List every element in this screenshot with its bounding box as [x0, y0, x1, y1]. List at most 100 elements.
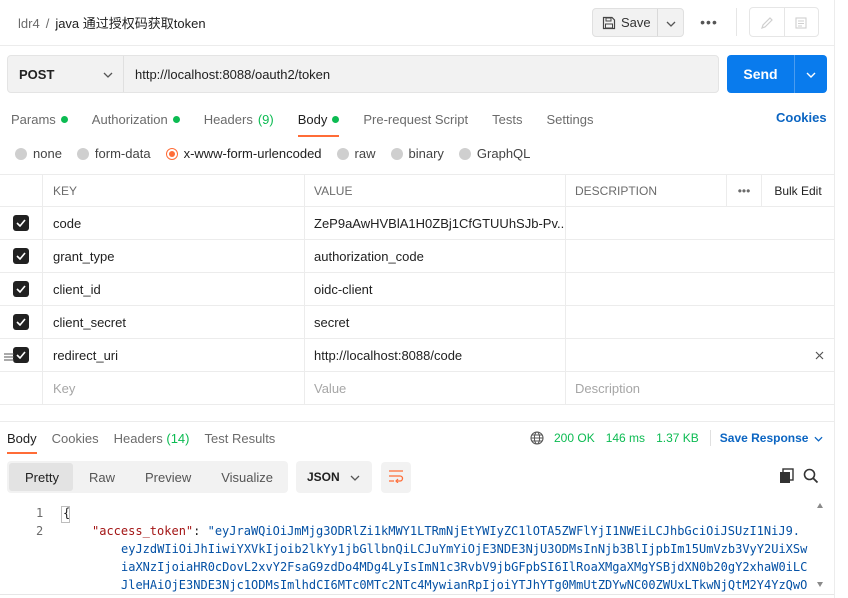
- radio-button[interactable]: [458, 147, 471, 160]
- edit-toggle[interactable]: [750, 8, 784, 36]
- tab-headers[interactable]: Headers (9): [204, 110, 274, 128]
- save-options-button[interactable]: [658, 15, 683, 30]
- radio-label: GraphQL: [476, 146, 531, 161]
- value-cell[interactable]: ZeP9aAwHVBlA1H0ZBj1CfGTUUhSJb-Pv...: [305, 207, 566, 239]
- scroll-down-arrow-icon[interactable]: [817, 582, 823, 587]
- key-cell[interactable]: redirect_uri: [43, 339, 305, 371]
- key-cell[interactable]: code: [43, 207, 305, 239]
- body-type-none[interactable]: none: [15, 146, 62, 161]
- column-options-button[interactable]: •••: [727, 175, 762, 206]
- description-cell[interactable]: [566, 207, 834, 239]
- response-divider[interactable]: [0, 421, 834, 422]
- save-button-label: Save: [621, 15, 651, 30]
- more-actions-button[interactable]: •••: [698, 12, 720, 32]
- table-row: grant_type authorization_code: [0, 240, 834, 273]
- value-cell[interactable]: oidc-client: [305, 273, 566, 305]
- radio-label: raw: [354, 146, 376, 161]
- value-cell[interactable]: http://localhost:8088/code: [305, 339, 566, 371]
- tab-pre-request-script[interactable]: Pre-request Script: [363, 110, 468, 128]
- drag-handle-icon[interactable]: [4, 350, 14, 365]
- save-response-button[interactable]: Save Response: [720, 431, 824, 445]
- format-preview[interactable]: Preview: [129, 463, 205, 491]
- horizontal-scrollbar[interactable]: [0, 594, 834, 595]
- copy-icon[interactable]: [779, 468, 795, 487]
- tab-settings[interactable]: Settings: [546, 110, 593, 128]
- save-button-group: Save: [592, 8, 684, 37]
- row-checkbox[interactable]: [13, 215, 29, 231]
- line-number: 1: [36, 506, 44, 520]
- radio-button-selected[interactable]: [165, 147, 178, 160]
- url-bar: POST http://localhost:8088/oauth2/token: [7, 55, 719, 93]
- radio-button[interactable]: [390, 147, 403, 160]
- row-checkbox-cell: [0, 306, 43, 338]
- cookies-link[interactable]: Cookies: [776, 110, 827, 125]
- description-cell[interactable]: [566, 240, 834, 272]
- response-body-viewer[interactable]: 1 2 { "access_token": "eyJraWQiOiJmMjg3O…: [0, 503, 820, 595]
- send-button[interactable]: Send: [727, 55, 795, 93]
- body-type-binary[interactable]: binary: [390, 146, 444, 161]
- key-cell[interactable]: client_id: [43, 273, 305, 305]
- request-name[interactable]: java 通过授权码获取token: [55, 16, 205, 31]
- bulk-edit-button[interactable]: Bulk Edit: [762, 175, 834, 206]
- response-tab-test-results[interactable]: Test Results: [205, 431, 276, 446]
- response-time[interactable]: 146 ms: [606, 431, 645, 445]
- json-open-brace: {: [63, 506, 71, 520]
- value-cell[interactable]: authorization_code: [305, 240, 566, 272]
- radio-button[interactable]: [76, 147, 89, 160]
- wrap-lines-button[interactable]: [381, 462, 411, 493]
- key-cell[interactable]: client_secret: [43, 306, 305, 338]
- tab-body[interactable]: Body: [297, 110, 340, 137]
- radio-button[interactable]: [15, 147, 27, 160]
- close-icon[interactable]: [815, 348, 824, 363]
- docs-toggle[interactable]: [783, 8, 819, 36]
- send-button-group: Send: [727, 55, 827, 93]
- response-tab-cookies[interactable]: Cookies: [52, 431, 99, 446]
- new-key-input[interactable]: Key: [43, 372, 305, 404]
- language-select[interactable]: JSON: [296, 461, 372, 493]
- send-options-button[interactable]: [795, 55, 827, 93]
- radio-label: x-www-form-urlencoded: [183, 146, 322, 161]
- format-raw[interactable]: Raw: [73, 463, 129, 491]
- response-meta: 200 OK 146 ms 1.37 KB Save Response: [530, 430, 824, 446]
- url-input[interactable]: http://localhost:8088/oauth2/token: [124, 67, 330, 82]
- row-checkbox[interactable]: [13, 248, 29, 264]
- format-visualize[interactable]: Visualize: [205, 463, 287, 491]
- body-type-raw[interactable]: raw: [336, 146, 376, 161]
- scroll-up-arrow-icon[interactable]: [817, 503, 823, 508]
- tab-label: Params: [11, 111, 56, 127]
- method-select[interactable]: POST: [8, 56, 124, 92]
- tab-count: (14): [166, 431, 190, 446]
- new-description-input[interactable]: Description: [566, 372, 834, 404]
- description-cell[interactable]: [566, 306, 834, 338]
- body-type-form-data[interactable]: form-data: [76, 146, 151, 161]
- body-type-urlencoded[interactable]: x-www-form-urlencoded: [165, 146, 322, 161]
- save-button[interactable]: Save: [593, 9, 658, 36]
- body-type-graphql[interactable]: GraphQL: [458, 146, 531, 161]
- response-size[interactable]: 1.37 KB: [656, 431, 699, 445]
- indicator-dot: [332, 115, 340, 123]
- response-tab-body[interactable]: Body: [7, 431, 37, 454]
- format-pretty[interactable]: Pretty: [9, 463, 73, 491]
- body-type-radio-group: none form-data x-www-form-urlencoded raw…: [15, 146, 545, 161]
- row-checkbox[interactable]: [13, 281, 29, 297]
- description-cell[interactable]: [566, 339, 834, 371]
- status-code[interactable]: 200 OK: [554, 431, 595, 445]
- tab-authorization[interactable]: Authorization: [92, 110, 180, 128]
- vertical-scrollbar[interactable]: [816, 503, 824, 593]
- value-cell[interactable]: secret: [305, 306, 566, 338]
- key-cell[interactable]: grant_type: [43, 240, 305, 272]
- response-tab-headers[interactable]: Headers (14): [114, 431, 190, 446]
- tab-params[interactable]: Params: [11, 110, 68, 128]
- tab-tests[interactable]: Tests: [492, 110, 522, 128]
- row-checkbox[interactable]: [13, 314, 29, 330]
- search-icon[interactable]: [803, 468, 819, 487]
- radio-button[interactable]: [336, 147, 349, 160]
- column-header-description: DESCRIPTION: [566, 175, 727, 206]
- row-checkbox[interactable]: [13, 347, 29, 363]
- description-cell[interactable]: [566, 273, 834, 305]
- globe-icon[interactable]: [530, 431, 544, 446]
- tab-label: Authorization: [91, 111, 168, 127]
- new-value-input[interactable]: Value: [305, 372, 566, 404]
- right-panel-border: [834, 0, 835, 598]
- breadcrumb-workspace[interactable]: ldr4: [18, 16, 40, 31]
